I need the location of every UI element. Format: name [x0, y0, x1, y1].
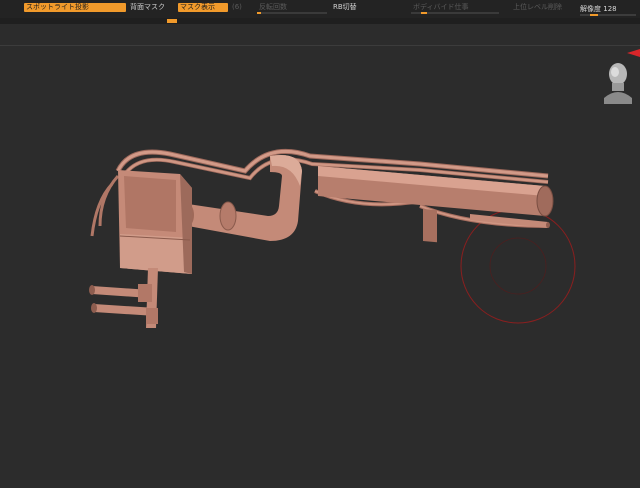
head-icon[interactable] [604, 63, 632, 104]
resolution-slider[interactable]: 解像度 128 [580, 4, 617, 14]
resolution-label: 解像度 [580, 5, 601, 13]
spotlight-projection-button[interactable]: スポットライト投影 [24, 3, 126, 12]
delete-higher-levels-button[interactable]: 上位レベル削除 [511, 3, 562, 12]
red-arrow-icon [627, 49, 640, 57]
show-mask-button[interactable]: マスク表示 [178, 3, 228, 12]
viewport-canvas[interactable] [0, 46, 640, 484]
active-tab-marker [167, 19, 177, 23]
flip-count-slider-label: 反転回数 [259, 3, 287, 11]
pipe-model [89, 148, 554, 328]
resolution-track[interactable] [580, 14, 636, 16]
backface-mask-button[interactable]: 背面マスク [128, 3, 168, 12]
dim-hint-label: (6) [232, 3, 242, 11]
resolution-value: 128 [603, 5, 617, 13]
subdivide-slider[interactable] [411, 12, 499, 14]
rb-toggle-button[interactable]: RB切替 [331, 3, 361, 12]
tool-strip [0, 18, 640, 24]
subdivide-button[interactable]: ボディバイド仕事 [411, 3, 471, 12]
flip-count-slider[interactable] [257, 12, 327, 14]
